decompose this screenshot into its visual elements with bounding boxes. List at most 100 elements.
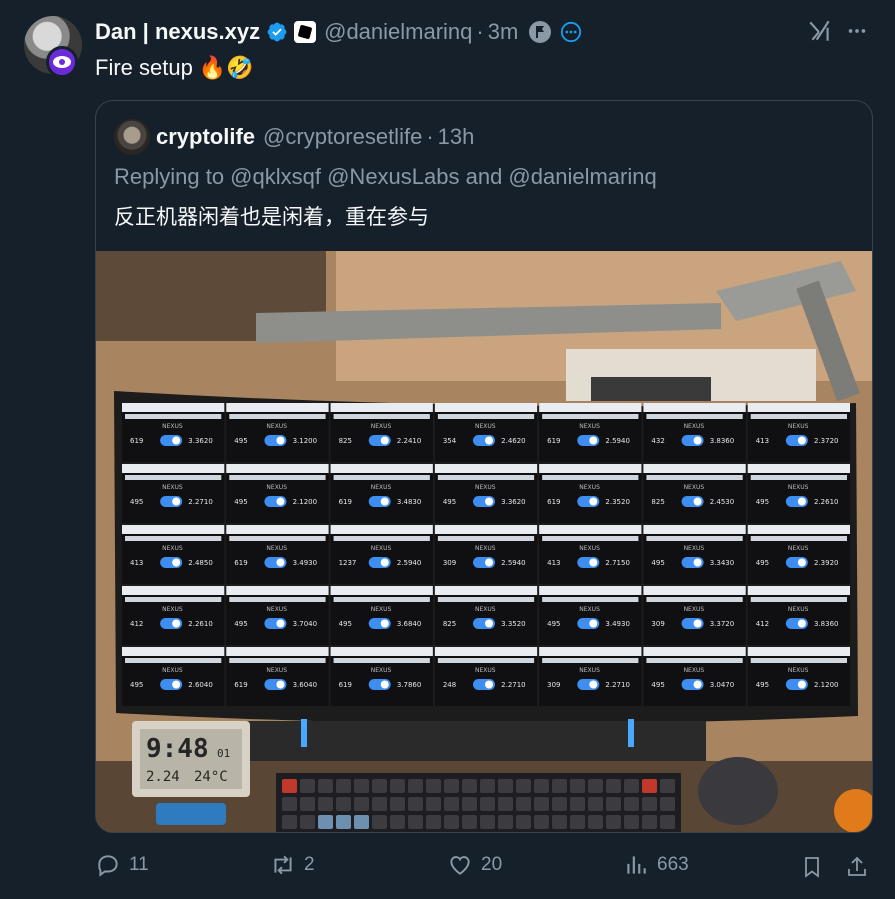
node-count: 619	[130, 437, 143, 445]
browser-addressbar	[437, 536, 535, 541]
quoted-tweet-photo[interactable]: NEXUS 619 3.3620 NEXUS 495 3.1200 NEXUS 825 2.24…	[96, 251, 872, 832]
nexus-logo-text: NEXUS	[579, 667, 600, 674]
keyboard-key	[354, 797, 369, 811]
nexus-logo-text: NEXUS	[684, 423, 705, 430]
separator-dot: ·	[476, 19, 484, 44]
keyboard-key	[606, 779, 621, 793]
nexus-logo-text: NEXUS	[162, 484, 183, 491]
browser-addressbar	[229, 658, 326, 663]
node-count: 619	[339, 681, 352, 689]
author-display-name[interactable]: Dan | nexus.xyz	[95, 19, 260, 45]
browser-tabbar	[539, 403, 642, 412]
node-toggle-knob	[485, 619, 493, 628]
quoted-author-avatar[interactable]	[114, 119, 150, 155]
keyboard-key	[336, 815, 351, 829]
node-count: 413	[756, 437, 769, 445]
browser-tabbar	[539, 586, 642, 595]
flag-icon[interactable]	[528, 20, 552, 44]
keyboard-key	[336, 797, 351, 811]
affiliate-badge-icon[interactable]	[294, 21, 317, 43]
node-toggle-knob	[589, 680, 598, 689]
browser-tabbar	[643, 525, 746, 534]
node-points: 2.1200	[814, 681, 839, 689]
keyboard-key	[624, 779, 639, 793]
browser-addressbar	[750, 414, 847, 419]
nexus-logo-text: NEXUS	[684, 667, 705, 674]
verified-badge-icon	[267, 22, 287, 42]
clock-seconds: 01	[217, 747, 230, 760]
views-chart-icon	[627, 856, 646, 874]
nexus-logo-text: NEXUS	[579, 545, 600, 552]
like-button[interactable]: 20	[447, 852, 502, 878]
repost-button[interactable]: 2	[270, 852, 315, 878]
browser-addressbar	[437, 475, 535, 480]
keyboard-key	[642, 779, 657, 793]
nexus-logo-text: NEXUS	[162, 606, 183, 613]
nexus-logo-text: NEXUS	[684, 606, 705, 613]
keyboard-key	[498, 797, 513, 811]
node-count: 432	[651, 437, 664, 445]
keyboard-key	[390, 797, 405, 811]
share-icon[interactable]	[845, 854, 869, 880]
views-count: 663	[657, 854, 689, 875]
browser-addressbar	[646, 536, 743, 541]
node-count: 413	[130, 559, 143, 567]
browser-addressbar	[229, 597, 326, 602]
keyboard-key	[588, 815, 603, 829]
node-toggle-knob	[485, 497, 493, 506]
tweet-time[interactable]: 3m	[488, 19, 519, 45]
browser-tabbar	[226, 464, 329, 473]
node-count: 495	[130, 498, 143, 506]
nexus-badge-icon	[46, 46, 78, 78]
repost-icon	[274, 855, 292, 875]
keyboard-key	[534, 797, 549, 811]
keyboard-key	[282, 797, 297, 811]
node-points: 2.4620	[501, 437, 525, 445]
node-count: 309	[547, 681, 560, 689]
nexus-logo-text: NEXUS	[788, 423, 809, 430]
clock-date: 2.24	[146, 769, 180, 785]
keyboard-key	[372, 797, 387, 811]
keyboard-key	[570, 797, 585, 811]
node-toggle-knob	[485, 680, 493, 689]
browser-addressbar	[542, 475, 639, 480]
keyboard-key	[372, 779, 387, 793]
clock-time: 9:48	[146, 734, 209, 764]
quoted-tweet-text: 反正机器闲着也是闲着，重在参与	[114, 205, 429, 229]
browser-tabbar	[226, 586, 329, 595]
browser-addressbar	[542, 414, 639, 419]
nexus-logo-text: NEXUS	[371, 606, 392, 613]
reply-button[interactable]: 11	[95, 852, 149, 878]
node-points: 3.7040	[293, 620, 318, 628]
keyboard-key	[282, 779, 297, 793]
browser-tabbar	[434, 525, 538, 534]
keyboard-key	[300, 815, 315, 829]
quoted-tweet[interactable]: cryptolife @cryptoresetlife · 13h Replyi…	[95, 100, 873, 833]
grok-icon[interactable]	[807, 18, 833, 44]
bookmark-icon[interactable]	[800, 854, 824, 880]
nexus-logo-text: NEXUS	[684, 484, 705, 491]
keyboard-key	[318, 815, 333, 829]
monitor-screen: NEXUS 619 3.3620 NEXUS 495 3.1200 NEXUS 825 2.24…	[122, 403, 850, 706]
node-points: 2.1200	[293, 498, 318, 506]
views-button[interactable]: 663	[623, 852, 689, 878]
node-points: 2.2710	[605, 681, 630, 689]
node-toggle-knob	[172, 436, 181, 445]
browser-addressbar	[125, 597, 222, 602]
nexus-logo-text: NEXUS	[371, 484, 392, 491]
author-handle[interactable]: @danielmarinq	[324, 19, 472, 45]
node-points: 2.5940	[501, 559, 525, 567]
more-options-icon[interactable]	[845, 20, 869, 42]
quoted-display-name[interactable]: cryptolife	[156, 124, 255, 150]
browser-tabbar	[434, 403, 538, 412]
circle-more-icon[interactable]	[560, 21, 582, 43]
keyboard-key	[642, 797, 657, 811]
quoted-handle[interactable]: @cryptoresetlife	[263, 124, 422, 150]
browser-tabbar	[643, 647, 746, 656]
browser-tabbar	[434, 647, 538, 656]
nexus-logo-text: NEXUS	[579, 423, 600, 430]
browser-addressbar	[125, 658, 222, 663]
keyboard-key	[660, 815, 675, 829]
nexus-logo-text: NEXUS	[475, 423, 496, 430]
browser-tabbar	[226, 525, 329, 534]
